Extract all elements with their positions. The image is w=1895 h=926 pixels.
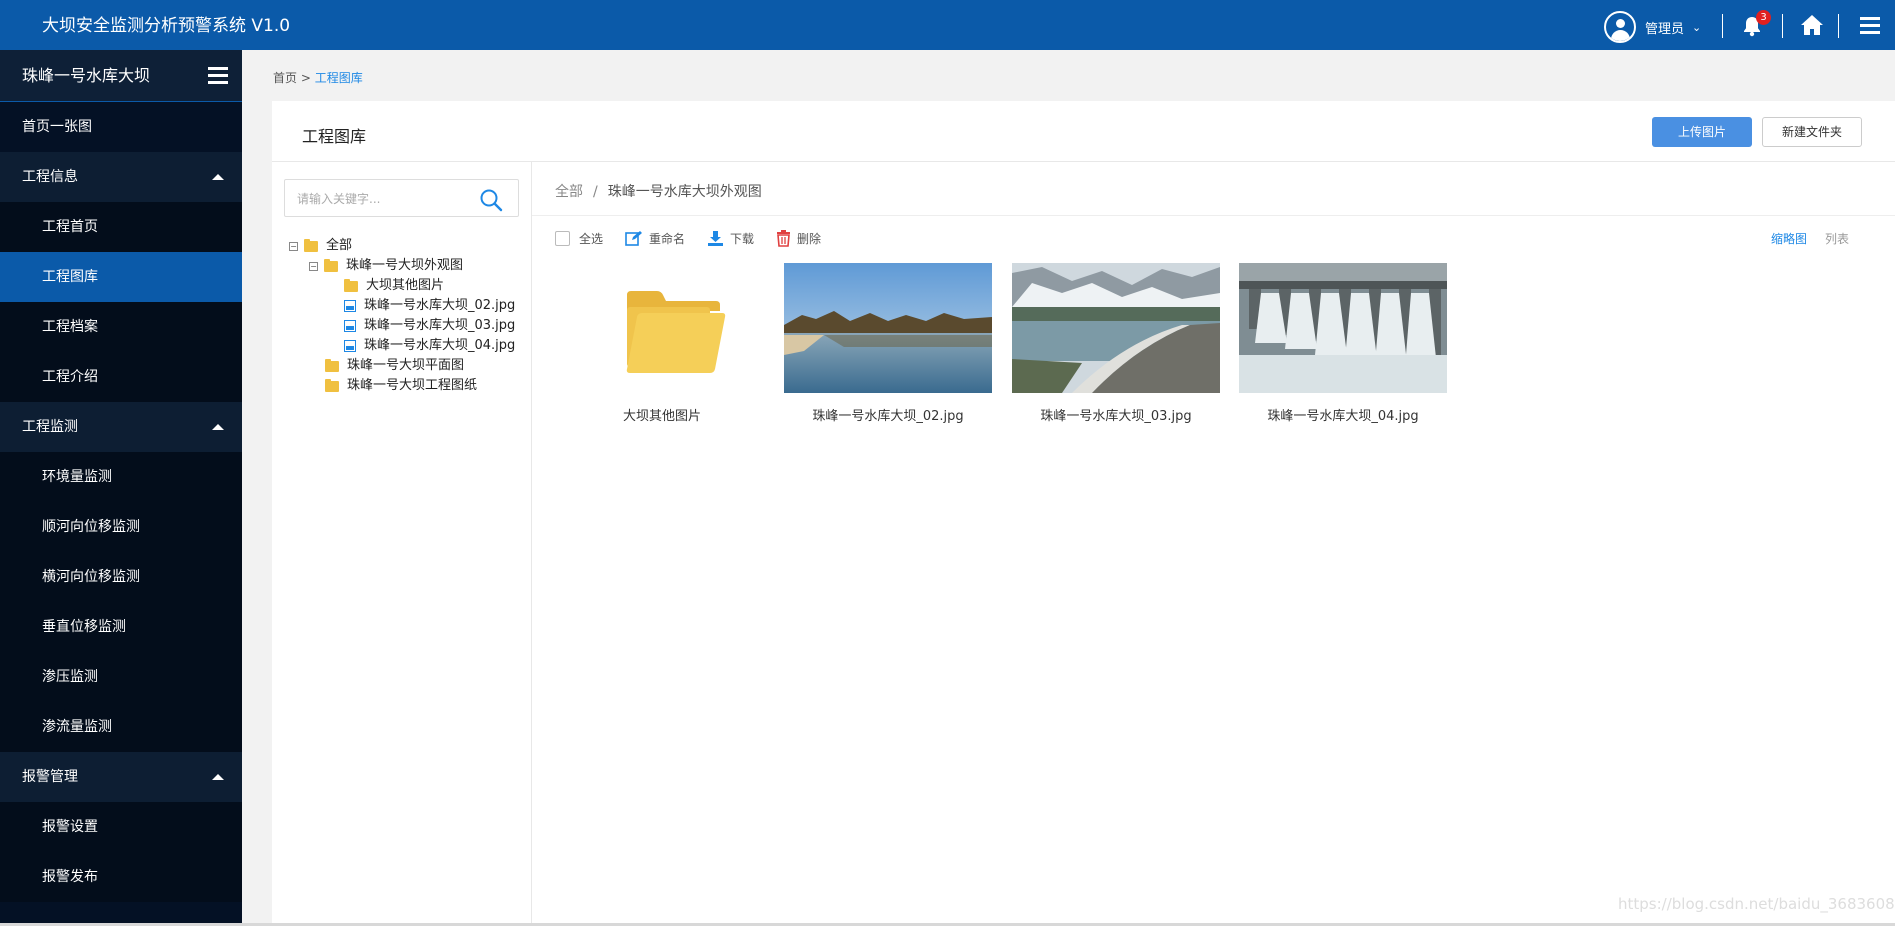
top-bar: 大坝安全监测分析预警系统 V1.0 管理员 ⌄ 3 [0,0,1895,50]
sidebar-header: 珠峰一号水库大坝 [0,50,242,102]
gallery-card: 工程图库 上传图片 新建文件夹 请输入关键字... − 全部 − 珠峰一号大坝外观图… [272,101,1895,926]
thumbnail-item[interactable]: 珠峰一号水库大坝_03.jpg [1012,263,1220,424]
tree-node-file[interactable]: 珠峰一号水库大坝_02.jpg [344,296,515,316]
divider [531,161,532,926]
notification-badge: 3 [1756,10,1771,25]
divider [1782,14,1783,38]
sidebar-item-vertical-displacement[interactable]: 垂直位移监测 [0,602,242,652]
sidebar-item-project-home[interactable]: 工程首页 [0,202,242,252]
tree-node-folder[interactable]: 大坝其他图片 [344,276,444,296]
search-input[interactable]: 请输入关键字... [284,179,519,217]
sidebar-item-alarm-settings[interactable]: 报警设置 [0,802,242,852]
thumbnail-item[interactable]: 珠峰一号水库大坝_02.jpg [784,263,992,424]
trash-icon [777,230,791,247]
rename-button[interactable]: 重命名 [625,230,685,247]
folder-icon [325,358,339,372]
folder-icon [304,238,318,252]
user-menu[interactable]: 管理员 ⌄ [1604,11,1701,43]
tree-node-file[interactable]: 珠峰一号水库大坝_04.jpg [344,336,515,356]
file-toolbar: 全选 重命名 下载 删除 [555,230,843,247]
divider [272,161,1895,162]
tree-node-folder[interactable]: − 珠峰一号大坝外观图 [309,256,463,276]
select-all-checkbox[interactable]: 全选 [555,230,603,247]
checkbox-icon[interactable] [555,231,570,246]
spillway-photo [1239,263,1447,393]
lake-photo [784,263,992,393]
breadcrumb: 首页 > 工程图库 [273,71,363,85]
sidebar-section-project-info[interactable]: 工程信息 [0,152,242,202]
folder-icon [344,278,358,292]
caret-up-icon [212,774,224,780]
list-view-tab[interactable]: 列表 [1825,232,1849,246]
collapse-toggle-icon[interactable]: − [309,261,318,271]
sidebar-item-home-map[interactable]: 首页一张图 [0,102,242,152]
collapse-toggle-icon[interactable]: − [289,241,298,251]
breadcrumb-home[interactable]: 首页 [273,71,297,85]
project-name: 珠峰一号水库大坝 [22,66,151,85]
caret-up-icon [212,174,224,180]
folder-path: 全部 / 珠峰一号水库大坝外观图 [555,184,762,200]
caret-up-icon [212,424,224,430]
user-name: 管理员 [1645,21,1685,37]
sidebar-item-project-archive[interactable]: 工程档案 [0,302,242,352]
hamburger-icon[interactable] [208,67,228,89]
sidebar-item-cross-displacement[interactable]: 横河向位移监测 [0,552,242,602]
home-icon[interactable] [1800,14,1824,40]
folder-icon [325,378,339,392]
edit-icon [625,231,643,246]
thumbnail-item[interactable]: 大坝其他图片 [558,263,766,424]
divider [1722,14,1723,38]
path-root[interactable]: 全部 [555,184,583,200]
sidebar: 珠峰一号水库大坝 首页一张图 工程信息 工程首页 工程图库 工程档案 工程介绍 … [0,50,242,926]
divider [532,215,1895,216]
app-title: 大坝安全监测分析预警系统 V1.0 [42,16,291,36]
sidebar-item-project-intro[interactable]: 工程介绍 [0,352,242,402]
image-file-icon [344,300,356,312]
sidebar-section-alarm[interactable]: 报警管理 [0,752,242,802]
thumbnail-item[interactable]: 珠峰一号水库大坝_04.jpg [1239,263,1447,424]
download-icon [708,231,724,246]
upload-image-button[interactable]: 上传图片 [1652,117,1752,147]
sidebar-item-environment[interactable]: 环境量监测 [0,452,242,502]
thumbnail-view-tab[interactable]: 缩略图 [1771,232,1807,246]
dam-curve-photo [1012,263,1220,393]
folder-thumbnail [558,263,766,393]
menu-icon[interactable] [1860,15,1880,39]
view-switch: 缩略图 列表 [1771,230,1849,247]
watermark: https://blog.csdn.net/baidu_36836080 [1618,895,1895,913]
download-button[interactable]: 下载 [707,230,754,247]
folder-icon [324,258,338,272]
sidebar-item-seepage-pressure[interactable]: 渗压监测 [0,652,242,702]
delete-button[interactable]: 删除 [776,230,821,247]
folder-icon [626,291,726,373]
image-file-icon [344,320,356,332]
tree-node-file[interactable]: 珠峰一号水库大坝_03.jpg [344,316,515,336]
breadcrumb-current: 工程图库 [314,71,363,85]
tree-node-root[interactable]: − 全部 [289,236,352,256]
tree-node-folder[interactable]: 珠峰一号大坝工程图纸 [325,376,477,396]
tree-node-folder[interactable]: 珠峰一号大坝平面图 [325,356,464,376]
sidebar-item-alarm-publish[interactable]: 报警发布 [0,852,242,902]
sidebar-item-project-gallery[interactable]: 工程图库 [0,252,242,302]
path-current: 珠峰一号水库大坝外观图 [607,184,762,200]
divider [1838,14,1839,38]
user-avatar-icon [1604,11,1636,43]
search-icon[interactable] [479,188,503,216]
new-folder-button[interactable]: 新建文件夹 [1762,117,1862,147]
image-file-icon [344,340,356,352]
chevron-down-icon: ⌄ [1692,20,1702,34]
sidebar-item-seepage-flow[interactable]: 渗流量监测 [0,702,242,752]
sidebar-item-downstream-displacement[interactable]: 顺河向位移监测 [0,502,242,552]
page-title: 工程图库 [302,127,367,146]
sidebar-section-monitoring[interactable]: 工程监测 [0,402,242,452]
